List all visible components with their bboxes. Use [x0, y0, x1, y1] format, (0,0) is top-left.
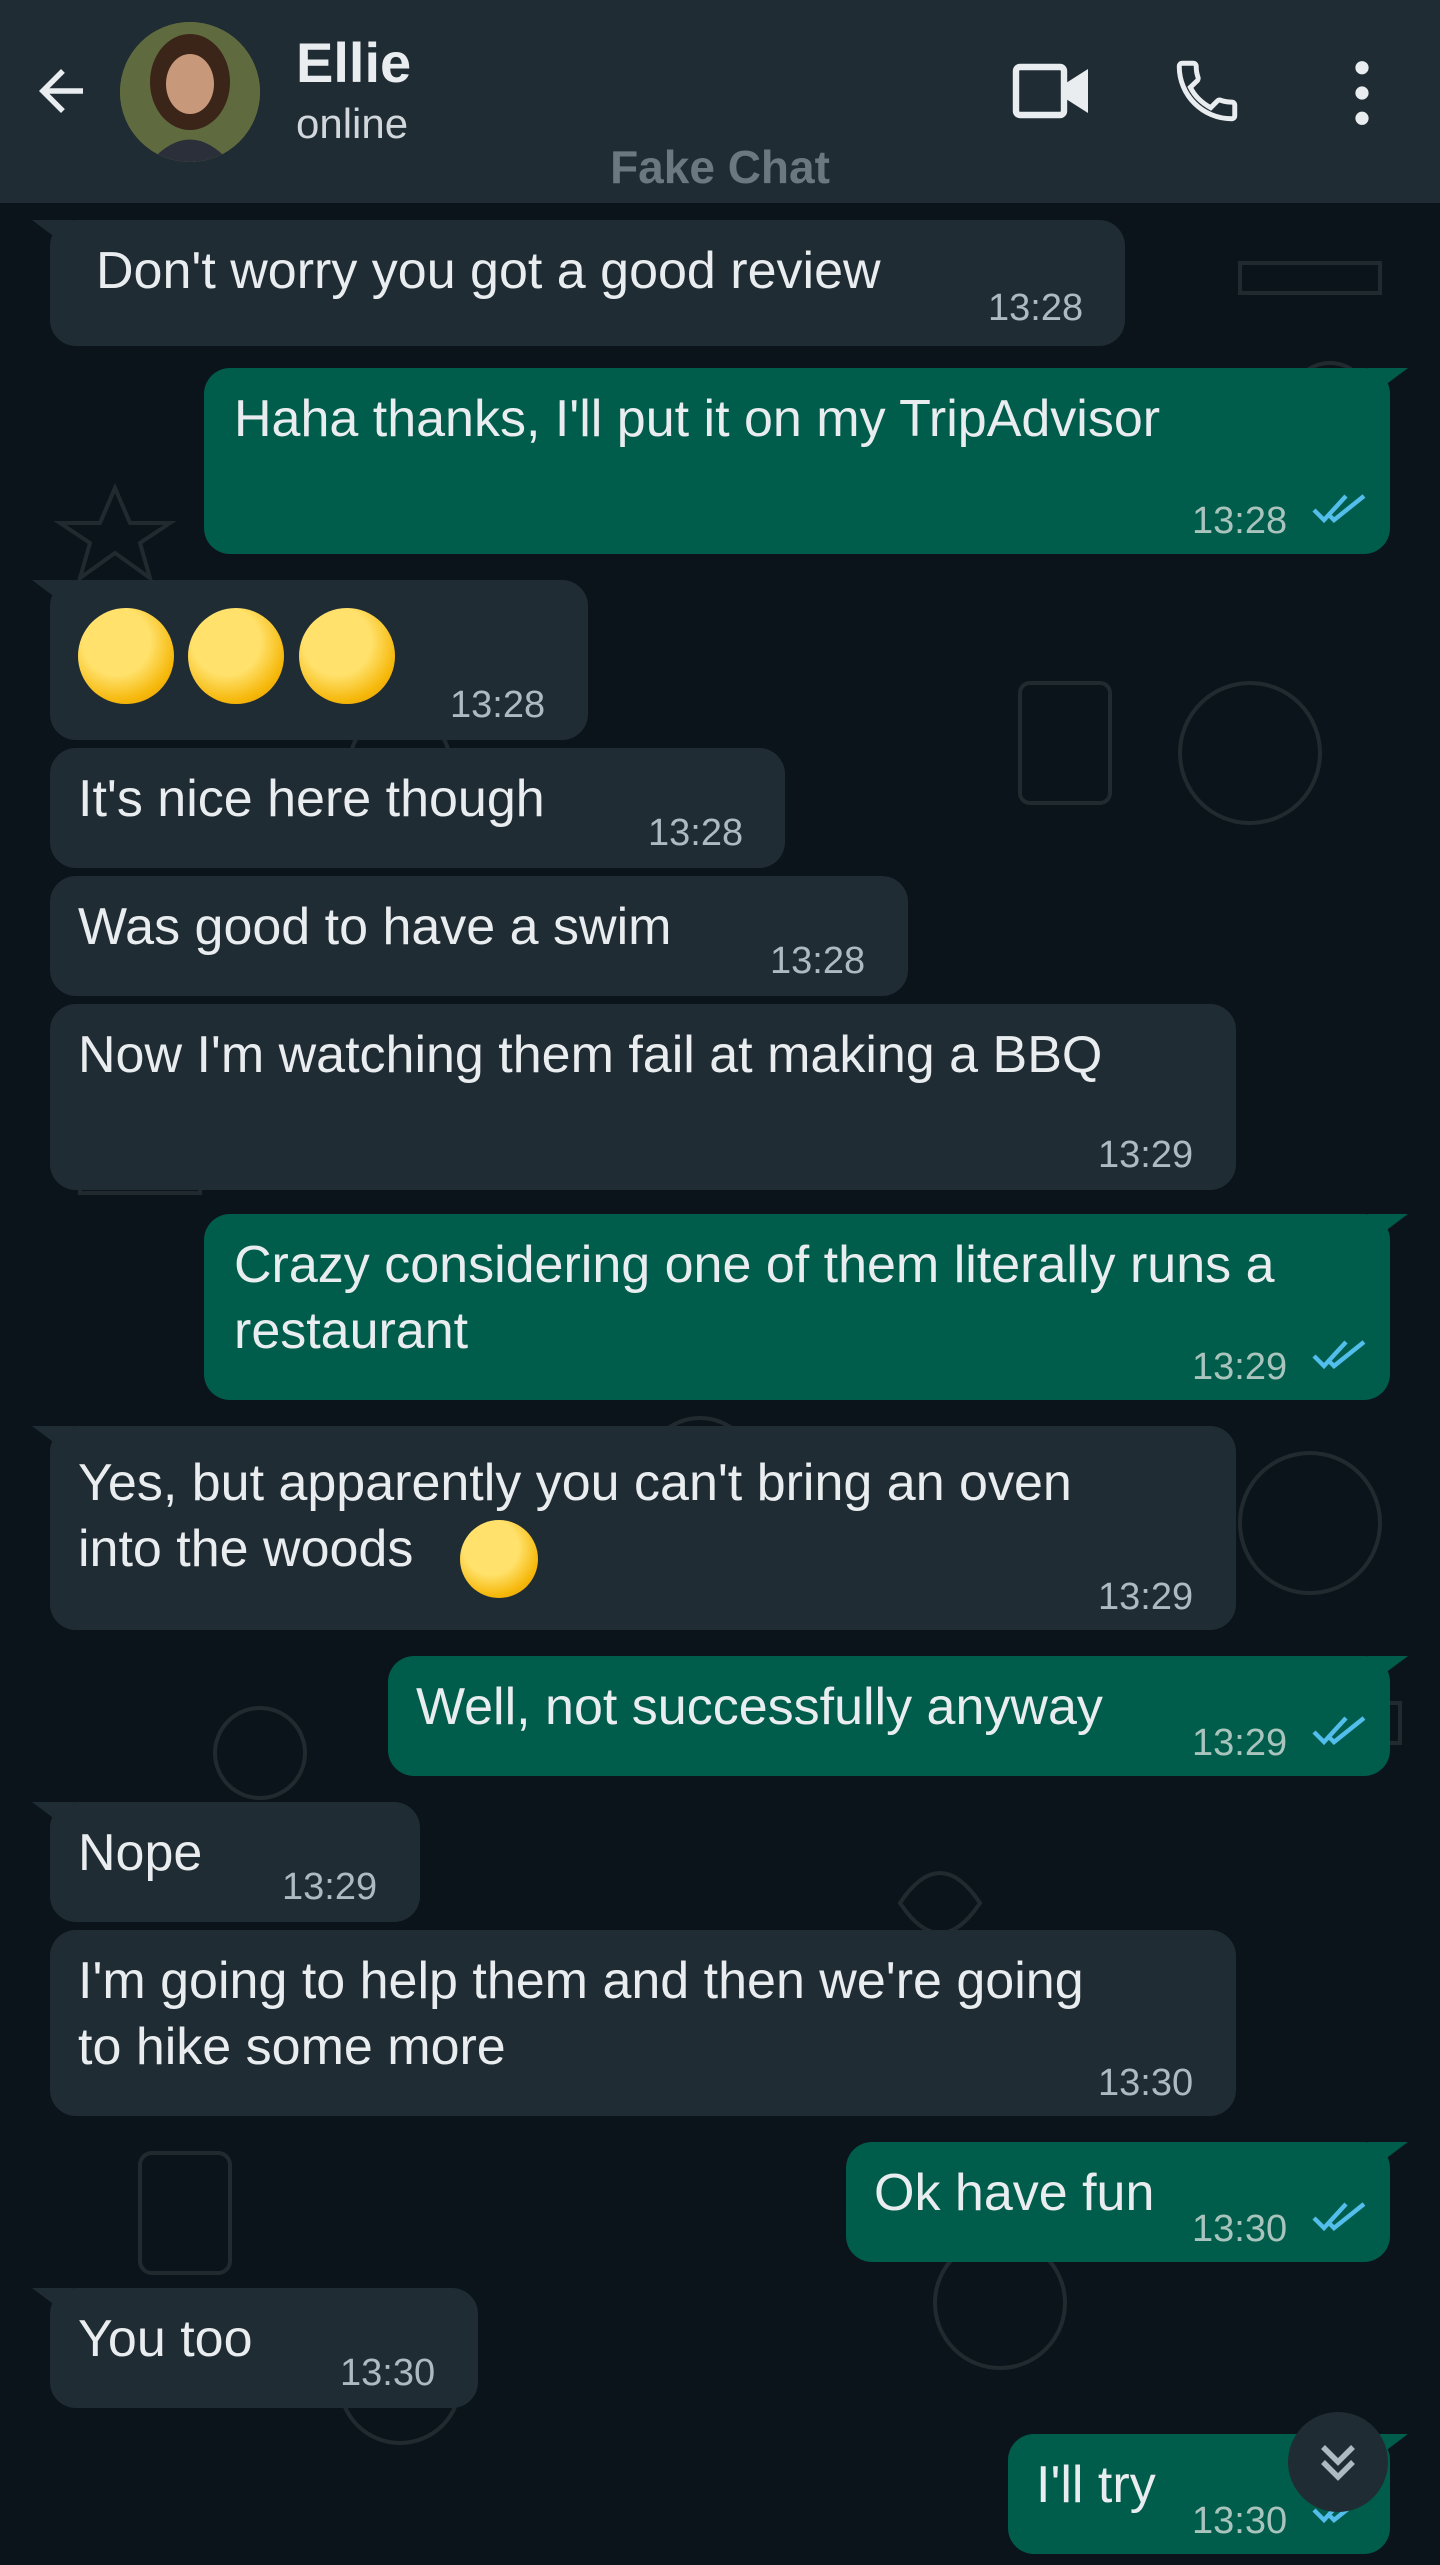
message-outgoing[interactable]: Crazy considering one of them literally … — [204, 1214, 1408, 1400]
message-text: Well, not successfully anyway — [416, 1678, 1103, 1736]
message-time: 13:30 — [1192, 2500, 1288, 2542]
message-incoming[interactable]: Now I'm watching them fail at making a B… — [50, 1004, 1236, 1190]
rolling-on-floor-laughing-icon — [188, 608, 285, 704]
message-incoming[interactable]: Nope 13:29 — [32, 1802, 420, 1922]
message-time: 13:30 — [1098, 2062, 1194, 2104]
message-incoming[interactable]: Don't worry you got a good review 13:28 — [32, 220, 1125, 346]
emoji-group — [78, 608, 395, 704]
message-incoming[interactable]: It's nice here though 13:28 — [50, 748, 785, 868]
message-incoming[interactable]: Yes, but apparently you can't bring an o… — [32, 1426, 1236, 1630]
message-time: 13:28 — [1192, 500, 1288, 542]
message-text: Now I'm watching them fail at making a B… — [78, 1026, 1103, 1084]
message-time: 13:28 — [988, 287, 1084, 329]
message-outgoing[interactable]: Haha thanks, I'll put it on my TripAdvis… — [204, 368, 1408, 554]
bubble-tail — [32, 580, 72, 610]
bubble-tail — [1368, 1656, 1408, 1686]
message-time: 13:29 — [1098, 1576, 1194, 1618]
message-time: 13:29 — [282, 1866, 378, 1908]
read-receipt-icon — [1312, 1716, 1366, 1746]
message-time: 13:28 — [450, 684, 546, 726]
read-receipt-icon — [1312, 494, 1366, 524]
bubble-tail — [1368, 2142, 1408, 2172]
message-time: 13:29 — [1192, 1346, 1288, 1388]
message-incoming[interactable]: Was good to have a swim 13:28 — [50, 876, 908, 996]
scroll-to-bottom-button[interactable] — [1288, 2412, 1388, 2512]
message-text: You too — [78, 2310, 253, 2368]
voice-call-icon[interactable] — [1170, 54, 1244, 128]
double-chevron-down-icon — [1321, 2445, 1355, 2481]
message-outgoing[interactable]: Ok have fun 13:30 — [846, 2142, 1408, 2262]
rolling-on-floor-laughing-icon — [460, 1520, 538, 1598]
message-text: It's nice here though — [78, 770, 545, 828]
message-text: I'm going to help them and then we're go… — [78, 1952, 1084, 2076]
message-time: 13:28 — [648, 812, 744, 854]
message-time: 13:30 — [340, 2352, 436, 2394]
rolling-on-floor-laughing-icon — [78, 608, 174, 704]
bubble-tail — [32, 2288, 72, 2318]
message-text: Crazy considering one of them literally … — [234, 1236, 1275, 1360]
read-receipt-icon — [1312, 1340, 1366, 1370]
contact-name[interactable]: Ellie — [296, 30, 411, 95]
message-outgoing[interactable]: Well, not successfully anyway 13:29 — [388, 1656, 1408, 1776]
message-text: Yes, but apparently you can't bring an o… — [78, 1454, 1072, 1578]
message-time: 13:29 — [1098, 1134, 1194, 1176]
read-receipt-icon — [1312, 2202, 1366, 2232]
bubble-tail — [1368, 368, 1408, 398]
video-call-icon[interactable] — [1012, 58, 1092, 124]
back-arrow-icon[interactable] — [28, 58, 94, 124]
message-text: Was good to have a swim — [78, 898, 672, 956]
rolling-on-floor-laughing-icon — [298, 608, 395, 704]
watermark-label: Fake Chat — [610, 141, 830, 193]
bubble-tail — [1368, 1214, 1408, 1244]
bubble-tail — [32, 1426, 72, 1456]
message-text: I'll try — [1036, 2456, 1156, 2514]
message-incoming[interactable]: I'm going to help them and then we're go… — [50, 1930, 1236, 2116]
message-time: 13:29 — [1192, 1722, 1288, 1764]
more-options-icon[interactable] — [1338, 58, 1386, 128]
bubble-tail — [32, 1802, 72, 1832]
message-incoming[interactable]: You too 13:30 — [32, 2288, 478, 2408]
message-text: Don't worry you got a good review — [96, 242, 881, 300]
message-text: Nope — [78, 1824, 203, 1882]
message-text: Haha thanks, I'll put it on my TripAdvis… — [234, 390, 1161, 448]
bubble-tail — [32, 220, 72, 250]
message-incoming[interactable]: 13:28 — [32, 580, 588, 740]
message-time: 13:30 — [1192, 2208, 1288, 2250]
message-text: Ok have fun — [874, 2164, 1155, 2222]
message-time: 13:28 — [770, 940, 866, 982]
chat-header: Ellie online Fake Chat — [0, 0, 1440, 203]
